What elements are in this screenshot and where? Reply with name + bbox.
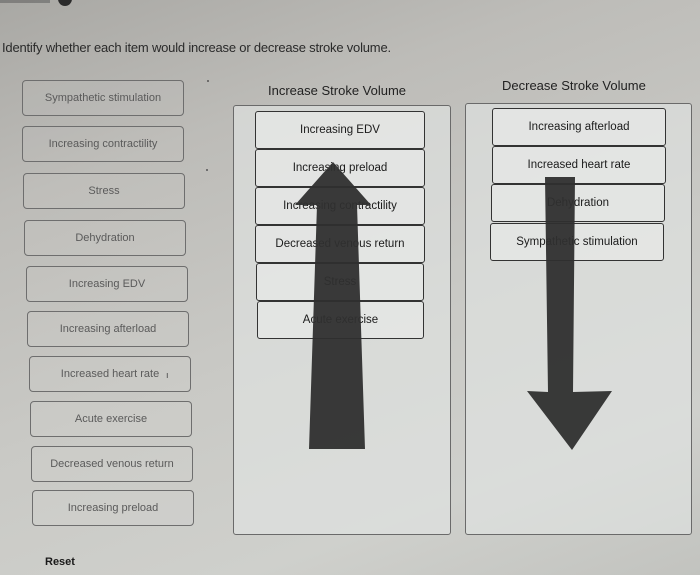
placed-card[interactable]: Stress (256, 263, 424, 301)
cropped-header-text (0, 0, 50, 3)
speck (206, 169, 208, 171)
increase-bin-title: Increase Stroke Volume (268, 83, 407, 98)
placed-card[interactable]: Increasing contractility (255, 187, 425, 225)
source-card[interactable]: Acute exercise (30, 401, 192, 437)
cursor-mark: ı (166, 370, 169, 380)
decrease-bin-title: Decrease Stroke Volume (502, 78, 646, 93)
placed-card[interactable]: Increasing EDV (255, 111, 425, 149)
speck (207, 80, 209, 82)
source-card[interactable]: Dehydration (24, 220, 186, 256)
instruction-text: Identify whether each item would increas… (2, 40, 391, 55)
source-card[interactable]: Sympathetic stimulation (22, 80, 184, 116)
placed-card[interactable]: Sympathetic stimulation (490, 223, 664, 261)
cropped-header-icon (58, 0, 72, 6)
source-card[interactable]: Decreased venous return (31, 446, 193, 482)
source-card[interactable]: Increasing EDV (26, 266, 188, 302)
placed-card[interactable]: Decreased venous return (255, 225, 425, 263)
source-card[interactable]: Increasing afterload (27, 311, 189, 347)
placed-card[interactable]: Acute exercise (257, 301, 424, 339)
placed-card[interactable]: Increasing afterload (492, 108, 666, 146)
placed-card[interactable]: Increasing preload (255, 149, 425, 187)
reset-button[interactable]: Reset (45, 556, 75, 568)
placed-card[interactable]: Dehydration (491, 184, 665, 222)
source-card[interactable]: Increasing contractility (22, 126, 184, 162)
placed-card[interactable]: Increased heart rate (492, 146, 666, 184)
source-card[interactable]: Stress (23, 173, 185, 209)
source-card[interactable]: Increasing preload (32, 490, 194, 526)
